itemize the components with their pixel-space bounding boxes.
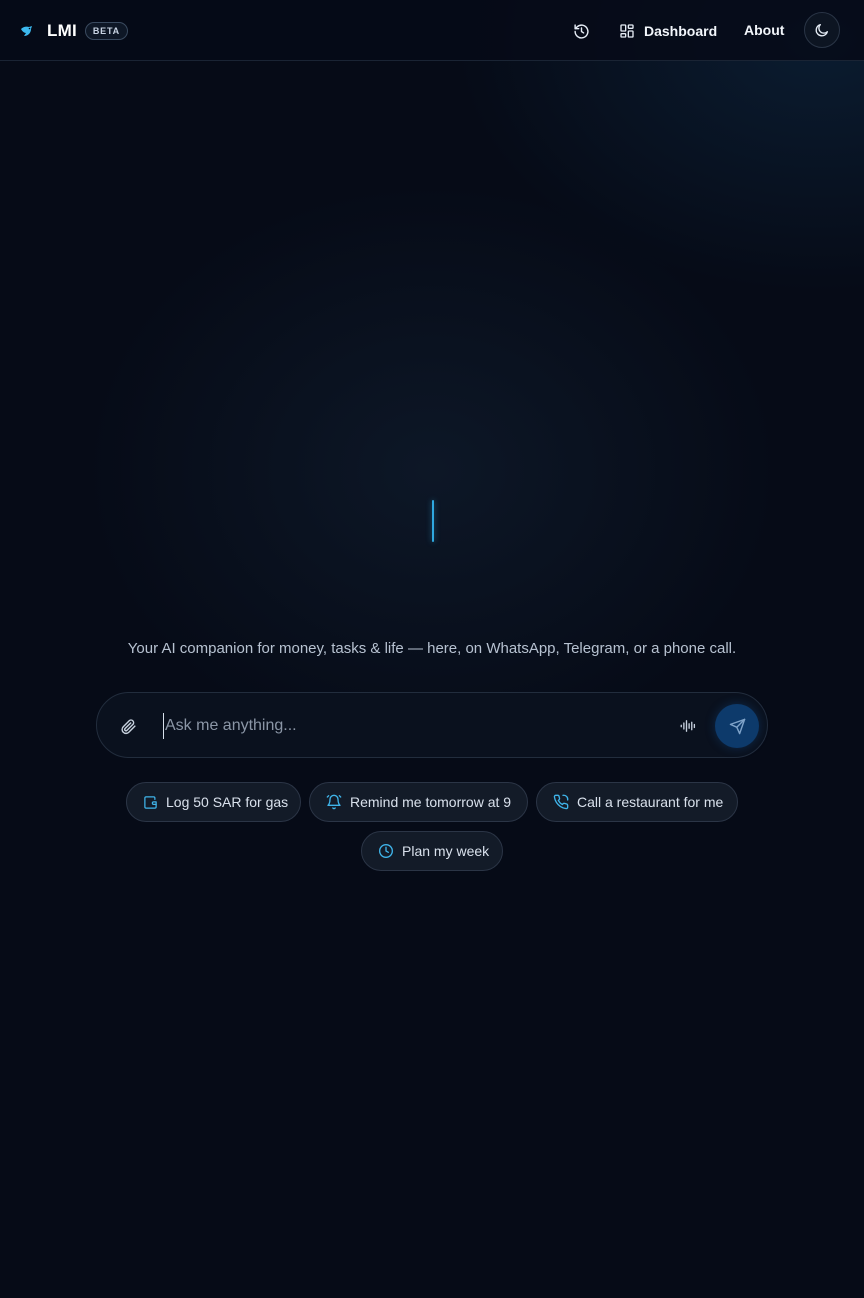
suggestion-chip-label: Plan my week	[402, 843, 490, 859]
suggestion-chip-label: Call a restaurant for me	[577, 794, 724, 810]
moon-icon	[815, 24, 828, 37]
suggestion-chip-call-restaurant[interactable]: Call a restaurant for me	[536, 782, 738, 822]
nav-dashboard-label: Dashboard	[644, 23, 718, 39]
suggestion-chip-plan-week[interactable]: Plan my week	[361, 831, 503, 871]
voice-input-button[interactable]	[677, 715, 699, 737]
phone-icon	[553, 794, 569, 810]
bird-logo-icon	[21, 26, 32, 36]
paperclip-icon	[120, 718, 136, 734]
suggestion-chip-log-expense[interactable]: Log 50 SAR for gas	[126, 782, 301, 822]
attach-button[interactable]	[117, 715, 139, 737]
suggestion-chip-label: Log 50 SAR for gas	[166, 794, 289, 810]
suggestion-chip-label: Remind me tomorrow at 9	[350, 794, 512, 810]
nav-about[interactable]: About	[744, 22, 784, 38]
bell-icon	[326, 794, 342, 810]
audio-waveform-icon	[680, 720, 696, 732]
history-button[interactable]	[569, 19, 593, 43]
grid-icon	[620, 24, 634, 38]
history-icon	[573, 23, 589, 39]
top-nav: LMI BETA Dashboard About	[0, 0, 864, 61]
typing-cursor	[432, 500, 434, 542]
brand[interactable]: LMI BETA	[19, 19, 128, 43]
tagline: Your AI companion for money, tasks & lif…	[127, 640, 737, 657]
send-icon	[729, 718, 745, 734]
beta-badge: BETA	[84, 22, 128, 40]
clock-icon	[379, 844, 393, 858]
brand-name: LMI	[47, 21, 77, 40]
chat-input-bar	[96, 692, 768, 758]
chat-input[interactable]	[163, 713, 663, 739]
send-button[interactable]	[715, 704, 759, 748]
nav-dashboard[interactable]: Dashboard	[619, 19, 717, 43]
suggestion-chip-reminder[interactable]: Remind me tomorrow at 9	[309, 782, 528, 822]
wallet-icon	[144, 795, 157, 809]
theme-toggle-button[interactable]	[804, 12, 840, 48]
